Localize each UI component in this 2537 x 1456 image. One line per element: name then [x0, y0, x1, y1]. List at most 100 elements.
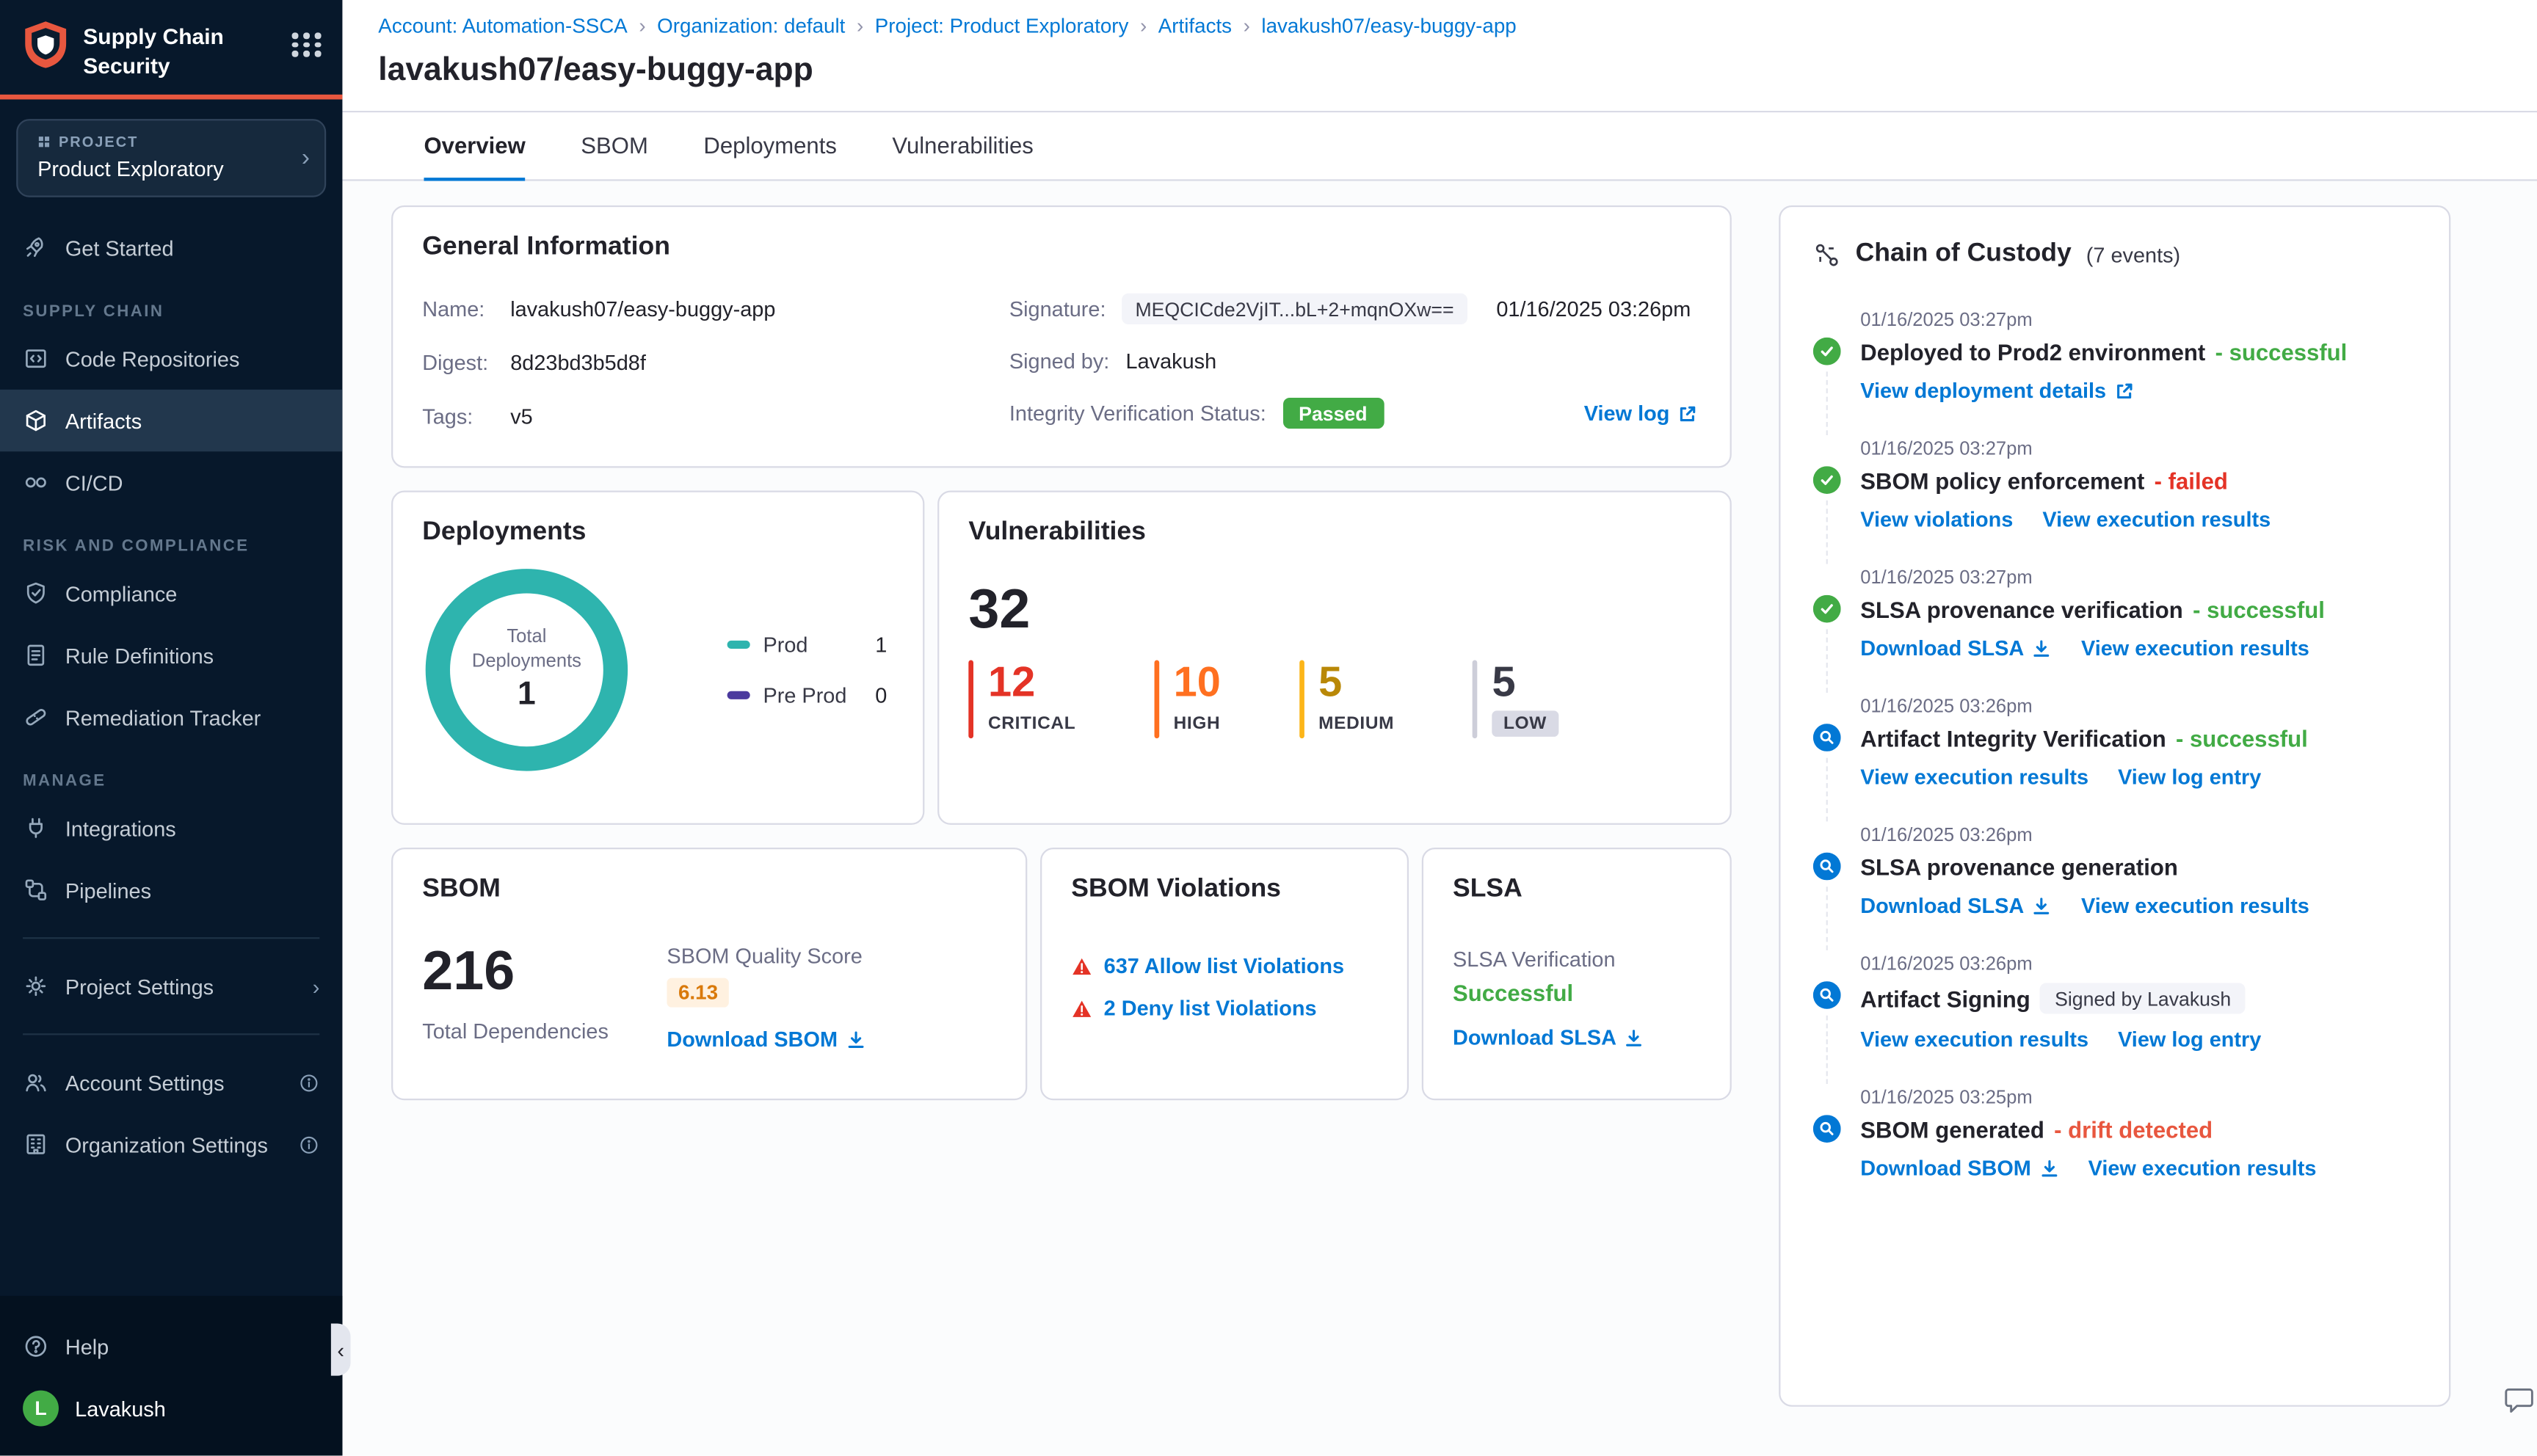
view-deployment-details-link[interactable]: View deployment details: [1860, 378, 2134, 403]
custody-event-sbom-policy: 01/16/2025 03:27pm SBOM policy enforceme…: [1812, 440, 2417, 564]
event-timestamp: 01/16/2025 03:26pm: [1860, 697, 2033, 718]
deny-list-violations: 2 Deny list Violations: [1071, 996, 1378, 1020]
event-title: SBOM policy enforcement - failed: [1860, 467, 2228, 494]
project-selector-label: PROJECT: [37, 134, 288, 150]
tab-vulnerabilities[interactable]: Vulnerabilities: [892, 112, 1033, 181]
card-title: SBOM: [422, 875, 501, 903]
sidebar-item-account-settings[interactable]: Account Settings: [0, 1052, 342, 1113]
deployments-card: Deployments Total Deployments 1 Prod 1 P…: [391, 490, 925, 825]
event-timestamp: 01/16/2025 03:27pm: [1860, 569, 2033, 589]
download-sbom-link[interactable]: Download SBOM: [1860, 1156, 2058, 1180]
view-log-entry-link[interactable]: View log entry: [2118, 1027, 2261, 1051]
severity-high: 10 HIGH: [1153, 660, 1221, 740]
app-root: Supply Chain Security PROJECT Product Ex…: [0, 0, 2537, 1456]
signing-step-icon: [1812, 981, 1841, 1009]
sidebar-item-get-started[interactable]: Get Started: [0, 217, 342, 279]
sidebar-collapse-handle[interactable]: ‹: [330, 1323, 351, 1376]
download-slsa-link[interactable]: Download SLSA: [1860, 893, 2052, 917]
severity-low: 5 LOW: [1472, 660, 1558, 740]
signature-label: Signature:: [1009, 296, 1106, 321]
divider: [23, 937, 320, 939]
view-execution-results-link[interactable]: View execution results: [2042, 507, 2271, 531]
event-status: - successful: [2215, 338, 2348, 365]
app-title: Supply Chain Security: [83, 24, 224, 78]
sidebar-item-project-settings[interactable]: Project Settings ›: [0, 956, 342, 1017]
view-execution-results-link[interactable]: View execution results: [2081, 893, 2309, 917]
custody-event-slsa-generation: 01/16/2025 03:26pm SLSA provenance gener…: [1812, 826, 2417, 950]
breadcrumb-project[interactable]: Project: Product Exploratory: [875, 15, 1129, 37]
shield-check-icon: [23, 580, 49, 607]
sidebar-item-help[interactable]: Help: [0, 1315, 342, 1377]
view-log-entry-link[interactable]: View log entry: [2118, 765, 2261, 789]
sidebar-item-cicd[interactable]: CI/CD: [0, 451, 342, 513]
view-execution-results-link[interactable]: View execution results: [1860, 1027, 2088, 1051]
warning-icon: [1071, 956, 1092, 976]
view-log-link[interactable]: View log: [1584, 401, 1701, 426]
info-icon: [298, 1134, 319, 1155]
name-label: Name:: [422, 296, 485, 321]
general-information-card: General Information Name: lavakush07/easy…: [391, 205, 1732, 468]
sbom-quality-score-label: SBOM Quality Score: [667, 944, 863, 969]
custody-event-deployed: 01/16/2025 03:27pm Deployed to Prod2 env…: [1812, 311, 2417, 436]
deny-list-violations-link[interactable]: 2 Deny list Violations: [1104, 996, 1317, 1020]
project-selector[interactable]: PROJECT Product Exploratory ›: [16, 119, 327, 197]
card-title: Vulnerabilities: [968, 518, 1146, 547]
sidebar-item-compliance[interactable]: Compliance: [0, 562, 342, 624]
allow-list-violations-link[interactable]: 637 Allow list Violations: [1104, 953, 1344, 978]
page-header: Account: Automation-SSCA › Organization:…: [342, 0, 2537, 113]
rocket-icon: [23, 235, 49, 261]
tab-deployments[interactable]: Deployments: [703, 112, 836, 181]
sidebar-item-artifacts[interactable]: Artifacts: [0, 390, 343, 452]
divider: [23, 1033, 320, 1035]
sidebar-user[interactable]: L Lavakush: [0, 1377, 342, 1439]
help-icon: [23, 1333, 49, 1360]
view-violations-link[interactable]: View violations: [1860, 507, 2013, 531]
download-icon: [848, 1030, 863, 1047]
apps-grid-icon[interactable]: [291, 20, 323, 57]
sbom-violations-card: SBOM Violations 637 Allow list Violation…: [1040, 847, 1409, 1101]
event-timestamp: 01/16/2025 03:26pm: [1860, 826, 2033, 846]
tab-bar: Overview SBOM Deployments Vulnerabilitie…: [342, 112, 2537, 181]
tab-sbom[interactable]: SBOM: [581, 112, 648, 181]
gear-icon: [23, 973, 49, 1000]
tags-label: Tags:: [422, 404, 473, 429]
signature-date: 01/16/2025 03:26pm: [1496, 296, 1691, 321]
sidebar-item-pipelines[interactable]: Pipelines: [0, 859, 342, 921]
sidebar-item-rule-definitions[interactable]: Rule Definitions: [0, 625, 342, 686]
event-title: Artifact Integrity Verification - success…: [1860, 725, 2308, 751]
breadcrumb-current-artifact[interactable]: lavakush07/easy-buggy-app: [1261, 15, 1516, 37]
sidebar-item-remediation-tracker[interactable]: Remediation Tracker: [0, 686, 342, 748]
project-icon: [38, 136, 50, 148]
view-execution-results-link[interactable]: View execution results: [2081, 636, 2309, 660]
legend-pre-prod: Pre Prod 0: [727, 683, 887, 707]
sidebar-item-code-repositories[interactable]: Code Repositories: [0, 328, 342, 390]
event-timestamp: 01/16/2025 03:25pm: [1860, 1088, 2033, 1109]
breadcrumb-account[interactable]: Account: Automation-SSCA: [378, 15, 628, 37]
tab-overview[interactable]: Overview: [424, 112, 526, 181]
download-slsa-link[interactable]: Download SLSA: [1860, 636, 2052, 660]
custody-event-sbom-generated: 01/16/2025 03:25pm SBOM generated - drift…: [1812, 1088, 2417, 1180]
panel-title: Chain of Custody: [1855, 239, 2072, 268]
total-vulnerabilities-value: 32: [968, 578, 1031, 641]
code-repo-icon: [23, 346, 49, 372]
avatar: L: [23, 1390, 59, 1427]
external-link-icon: [2116, 382, 2133, 398]
view-execution-results-link[interactable]: View execution results: [1860, 765, 2088, 789]
chat-help-icon[interactable]: [2502, 1384, 2535, 1416]
deployments-donut-chart: Total Deployments 1: [425, 569, 628, 771]
nav-section-manage: MANAGE: [23, 773, 106, 791]
card-title: SBOM Violations: [1071, 875, 1281, 903]
event-title: Deployed to Prod2 environment - successfu…: [1860, 338, 2348, 365]
download-slsa-link[interactable]: Download SLSA: [1453, 1025, 1644, 1049]
sbom-step-icon: [1812, 1115, 1841, 1143]
breadcrumb-artifacts[interactable]: Artifacts: [1158, 15, 1232, 37]
sidebar-item-organization-settings[interactable]: Organization Settings: [0, 1113, 342, 1175]
breadcrumb-organization[interactable]: Organization: default: [657, 15, 845, 37]
event-timestamp: 01/16/2025 03:26pm: [1860, 955, 2033, 975]
legend-prod: Prod 1: [727, 633, 887, 657]
bandage-icon: [23, 705, 49, 731]
view-execution-results-link[interactable]: View execution results: [2088, 1156, 2317, 1180]
download-sbom-link[interactable]: Download SBOM: [667, 1027, 865, 1052]
sidebar-item-integrations[interactable]: Integrations: [0, 797, 342, 859]
main-area: Account: Automation-SSCA › Organization:…: [342, 0, 2537, 1456]
